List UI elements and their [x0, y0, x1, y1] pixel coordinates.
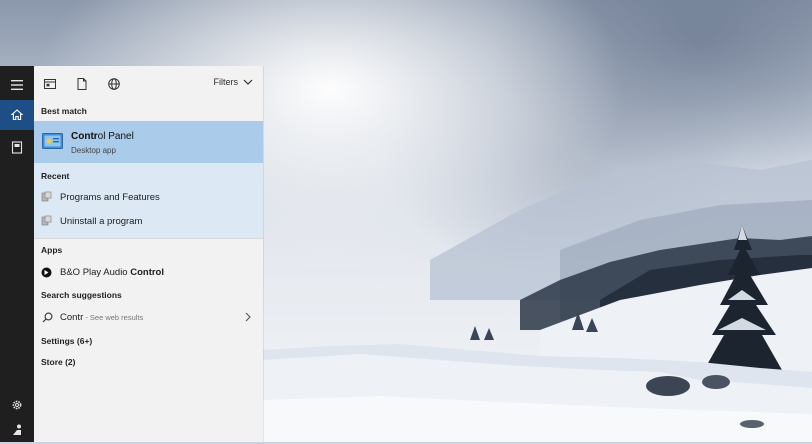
apps-tab-icon[interactable]	[43, 77, 57, 91]
recent-item-uninstall-a-program[interactable]: Uninstall a program	[34, 210, 263, 232]
settings-heading[interactable]: Settings (6+)	[41, 336, 92, 346]
best-match-heading: Best match	[41, 106, 87, 116]
app-item-label: B&O Play Audio Control	[60, 266, 165, 278]
notebook-icon	[11, 140, 23, 154]
programs-icon	[41, 215, 52, 226]
best-match-control-panel[interactable]: Control Panel Desktop app	[34, 121, 263, 163]
app-item-bo-play-audio-control[interactable]: B&O Play Audio Control	[34, 261, 263, 283]
recent-item-label: Uninstall a program	[60, 215, 143, 227]
home-icon	[11, 109, 23, 121]
web-suggestion-contr[interactable]: Contr - See web results	[34, 306, 263, 328]
recent-heading: Recent	[41, 171, 70, 181]
recent-section: Recent Programs and Features Uninstall a…	[34, 163, 263, 238]
globe-icon[interactable]	[107, 77, 121, 91]
chevron-down-icon	[243, 79, 253, 85]
section-divider	[34, 238, 263, 239]
chevron-right-icon	[245, 312, 251, 322]
best-match-title: Control Panel	[71, 131, 134, 142]
document-icon[interactable]	[75, 77, 89, 91]
user-button[interactable]	[0, 414, 34, 444]
gear-icon	[12, 400, 22, 410]
recent-item-programs-and-features[interactable]: Programs and Features	[34, 186, 263, 208]
menu-button[interactable]	[0, 70, 34, 100]
notebook-button[interactable]	[0, 132, 34, 162]
apps-heading: Apps	[41, 245, 63, 255]
filters-dropdown[interactable]: Filters	[214, 77, 254, 87]
person-icon	[13, 424, 21, 435]
search-icon	[42, 312, 53, 323]
hamburger-icon	[11, 80, 23, 90]
store-heading[interactable]: Store (2)	[41, 357, 75, 367]
recent-item-label: Programs and Features	[60, 191, 160, 203]
filter-toolbar: Filters	[34, 66, 263, 100]
bo-play-icon	[41, 267, 52, 278]
programs-icon	[41, 191, 52, 202]
control-panel-icon	[42, 133, 63, 149]
filters-label: Filters	[213, 77, 239, 87]
home-button[interactable]	[0, 100, 34, 130]
suggestion-label: Contr - See web results	[60, 311, 144, 323]
start-rail	[0, 66, 34, 442]
search-results-panel: Filters Best match Control Panel Desktop…	[34, 66, 263, 442]
best-match-subtitle: Desktop app	[71, 146, 116, 155]
search-suggestions-heading: Search suggestions	[41, 290, 122, 300]
